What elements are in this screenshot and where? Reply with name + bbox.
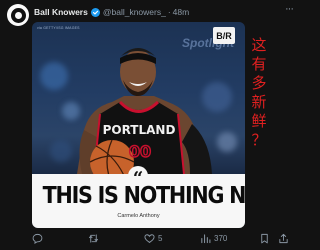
- retweet-icon: [89, 234, 98, 243]
- views-icon: [201, 234, 211, 244]
- heart-icon: [144, 234, 155, 243]
- like-button[interactable]: 5: [144, 233, 162, 244]
- share-button[interactable]: [278, 233, 289, 244]
- like-count: 5: [158, 234, 163, 243]
- tweet-header: Ball Knowers @ball_knowers_ · 48m: [34, 5, 189, 19]
- overlay-chinese-text: 这 有 多 新 鲜 ？: [251, 36, 267, 150]
- author-handle[interactable]: @ball_knowers_: [103, 7, 166, 17]
- more-options-icon[interactable]: ···: [285, 3, 294, 15]
- tweet[interactable]: Ball Knowers @ball_knowers_ · 48m ··· Sp…: [0, 0, 299, 250]
- quote-attribution: Carmelo Anthony: [117, 213, 160, 219]
- retweet-button[interactable]: [88, 233, 102, 244]
- share-icon: [279, 233, 288, 244]
- jersey-number: 00: [129, 142, 151, 161]
- overlay-char: 多: [251, 74, 267, 92]
- overlay-char: 有: [251, 55, 267, 73]
- jersey-team: PORTLAND: [103, 123, 176, 137]
- separator: ·: [167, 7, 171, 17]
- bookmark-button[interactable]: [259, 233, 270, 244]
- tweet-media[interactable]: Spotlight via GETTY/ISG IMAGES B/R PORTL…: [32, 22, 245, 228]
- action-bar: 5 370: [32, 233, 290, 247]
- overlay-char: 这: [251, 36, 267, 54]
- jersey-lettering: PORTLAND 00: [103, 123, 176, 162]
- reply-icon: [32, 233, 43, 244]
- overlay-char: 新: [251, 93, 267, 111]
- views-button[interactable]: 370: [200, 233, 227, 244]
- quote-panel: “ THIS IS NOTHING NEW. Carmelo Anthony: [32, 166, 245, 228]
- reply-button[interactable]: [32, 233, 46, 244]
- avatar[interactable]: [7, 4, 29, 26]
- overlay-char: ？: [251, 131, 267, 149]
- timestamp[interactable]: 48m: [173, 7, 190, 17]
- views-count: 370: [214, 234, 228, 243]
- quote-headline: THIS IS NOTHING NEW.: [42, 183, 245, 209]
- verified-badge-icon: [90, 7, 100, 17]
- overlay-char: 鲜: [251, 112, 267, 130]
- author-name[interactable]: Ball Knowers: [34, 7, 88, 17]
- bookmark-icon: [261, 233, 268, 244]
